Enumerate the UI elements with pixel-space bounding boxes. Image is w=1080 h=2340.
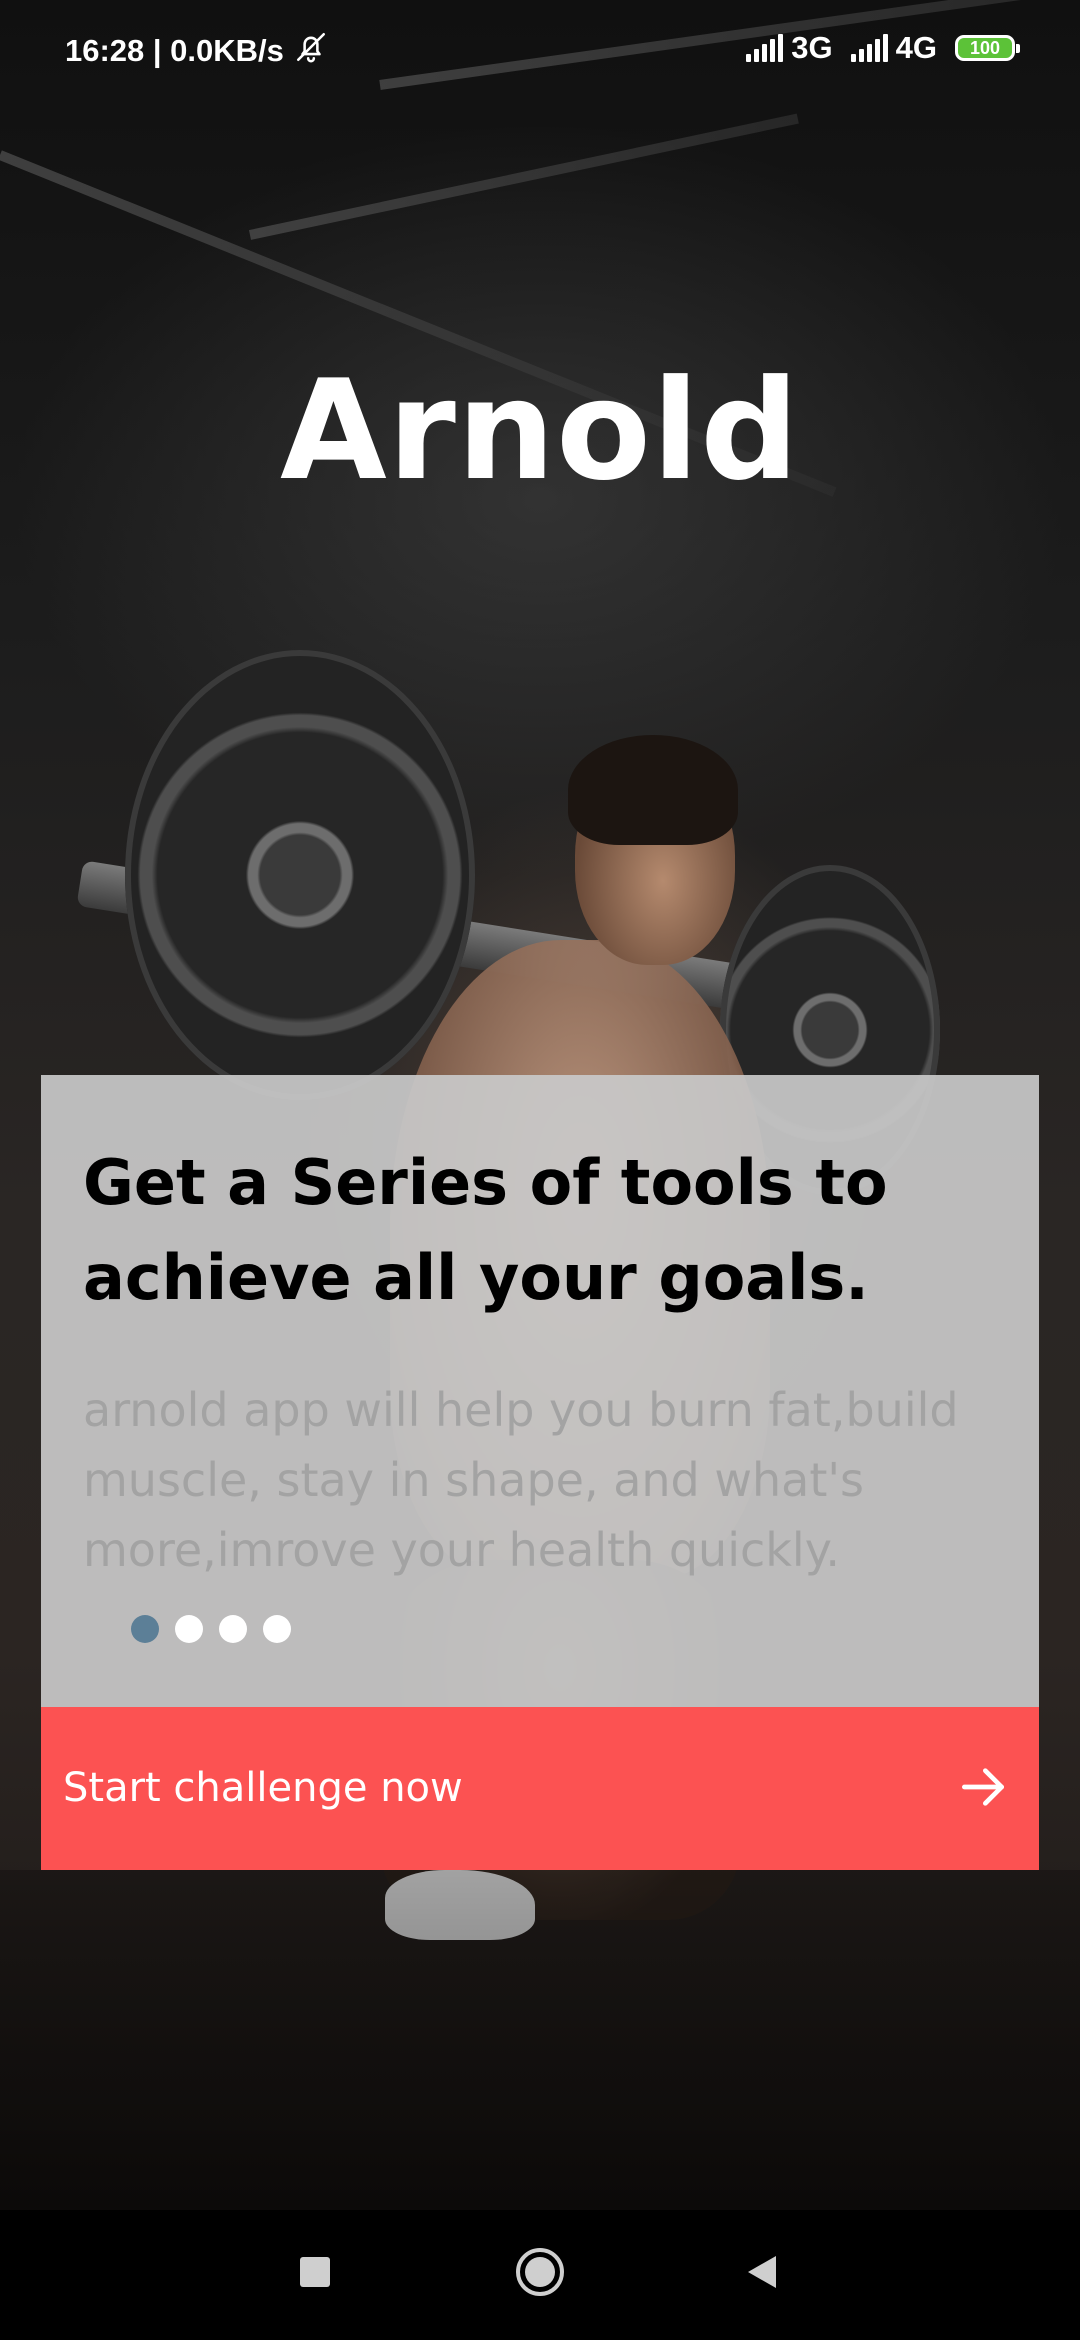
start-challenge-label: Start challenge now xyxy=(63,1765,463,1811)
time-and-speed: 16:28 | 0.0KB/s xyxy=(65,33,284,68)
recent-apps-button[interactable] xyxy=(285,2244,345,2304)
barbell-plate-left xyxy=(125,650,475,1100)
onboarding-card[interactable]: Get a Series of tools to achieve all you… xyxy=(41,1075,1039,1707)
screen: 16:28 | 0.0KB/s 3G 4G 100 Arnold Get a S… xyxy=(0,0,1080,2340)
gym-floor xyxy=(0,1870,1080,2210)
onboarding-heading: Get a Series of tools to achieve all you… xyxy=(83,1146,888,1314)
square-icon xyxy=(297,2254,333,2294)
status-left: 16:28 | 0.0KB/s xyxy=(65,30,328,72)
start-challenge-button[interactable]: Start challenge now xyxy=(41,1707,1039,1870)
circle-icon xyxy=(513,2245,567,2303)
ceiling-beam xyxy=(248,113,799,240)
page-dot-1[interactable] xyxy=(131,1615,159,1643)
page-indicator[interactable] xyxy=(131,1615,291,1643)
page-dot-2[interactable] xyxy=(175,1615,203,1643)
status-bar: 16:28 | 0.0KB/s 3G 4G 100 xyxy=(0,0,1080,100)
home-button[interactable] xyxy=(510,2244,570,2304)
network-label-1: 3G xyxy=(791,30,833,65)
battery-icon: 100 xyxy=(955,35,1020,61)
onboarding-description: arnold app will help you burn fat,build … xyxy=(83,1383,959,1577)
signal-icon xyxy=(746,34,784,62)
network-label-2: 4G xyxy=(895,30,937,65)
page-dot-4[interactable] xyxy=(263,1615,291,1643)
bell-off-icon xyxy=(294,30,328,72)
arrow-right-icon xyxy=(955,1759,1011,1815)
page-dot-3[interactable] xyxy=(219,1615,247,1643)
signal-icon xyxy=(850,34,888,62)
system-nav-bar xyxy=(0,2210,1080,2340)
back-button[interactable] xyxy=(732,2244,792,2304)
battery-level: 100 xyxy=(969,37,1001,58)
status-right: 3G 4G 100 xyxy=(746,30,1020,66)
athlete-hair xyxy=(568,735,738,845)
triangle-back-icon xyxy=(742,2252,782,2296)
app-title: Arnold xyxy=(280,350,800,511)
